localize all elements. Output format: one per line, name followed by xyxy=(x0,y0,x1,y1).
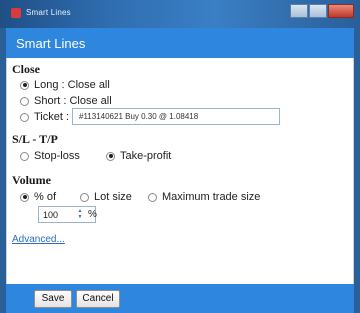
radio-icon[interactable] xyxy=(20,151,29,161)
stepper-down-icon[interactable]: ▼ xyxy=(76,214,84,220)
option-ticket[interactable]: Ticket : xyxy=(20,111,69,123)
radio-checked-icon[interactable] xyxy=(20,192,29,202)
close-window-button[interactable] xyxy=(328,4,354,18)
radio-icon[interactable] xyxy=(148,192,157,202)
window-titlebar[interactable]: Smart Lines xyxy=(0,0,360,28)
percent-stepper[interactable]: ▲ ▼ xyxy=(76,208,84,221)
radio-checked-icon[interactable] xyxy=(106,151,115,161)
percent-unit-label: % xyxy=(88,209,97,220)
advanced-link[interactable]: Advanced... xyxy=(12,234,65,245)
option-take-profit[interactable]: Take-profit xyxy=(106,150,171,162)
option-maximum-trade-size[interactable]: Maximum trade size xyxy=(148,191,260,203)
radio-checked-icon[interactable] xyxy=(20,80,29,90)
minimize-button[interactable] xyxy=(290,4,308,18)
ticket-field[interactable]: #113140621 Buy 0.30 @ 1.08418 xyxy=(72,108,280,125)
radio-icon[interactable] xyxy=(80,192,89,202)
option-short-close-all[interactable]: Short : Close all xyxy=(20,95,112,107)
dialog-header: Smart Lines xyxy=(6,28,354,58)
volume-section-title: Volume xyxy=(12,173,51,187)
save-button[interactable]: Save xyxy=(34,290,72,308)
option-stop-loss[interactable]: Stop-loss xyxy=(20,150,80,162)
maximize-button[interactable] xyxy=(309,4,327,18)
app-icon xyxy=(11,8,21,18)
option-lot-size[interactable]: Lot size xyxy=(80,191,132,203)
window-title: Smart Lines xyxy=(26,8,71,17)
dialog-body xyxy=(6,58,354,284)
sltp-section-title: S/L - T/P xyxy=(12,132,58,146)
option-long-close-all[interactable]: Long : Close all xyxy=(20,79,110,91)
option-percent-of[interactable]: % of xyxy=(20,191,56,203)
close-section-title: Close xyxy=(12,62,40,76)
radio-icon[interactable] xyxy=(20,112,29,122)
window-controls xyxy=(290,4,354,18)
window-border-right xyxy=(354,28,360,313)
cancel-button[interactable]: Cancel xyxy=(76,290,120,308)
radio-icon[interactable] xyxy=(20,96,29,106)
